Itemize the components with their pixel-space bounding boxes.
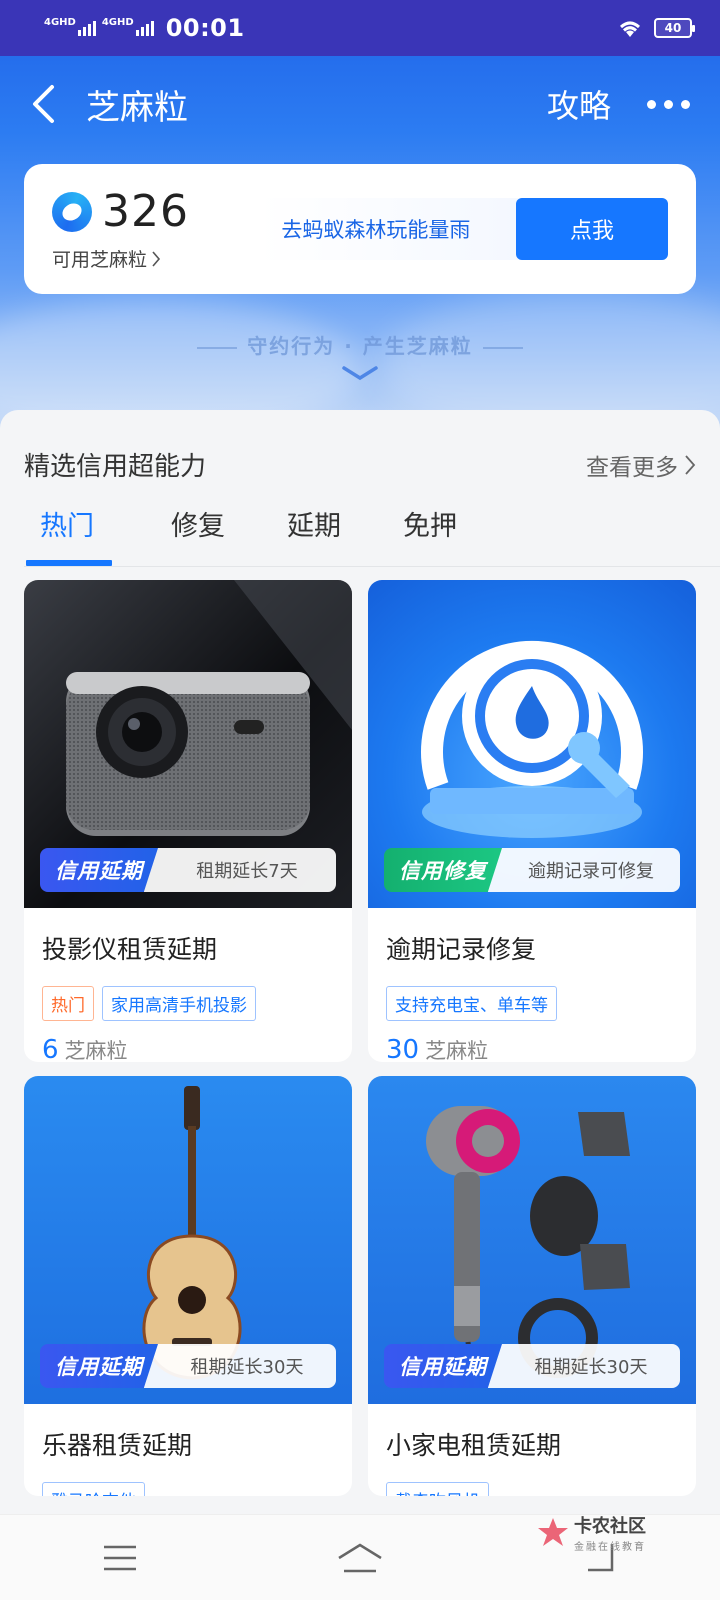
badge-text: 逾期记录可修复 bbox=[488, 848, 680, 892]
tab-hot[interactable]: 热门 bbox=[24, 500, 140, 566]
promo-text: 去蚂蚁森林玩能量雨 bbox=[281, 218, 471, 242]
tabs-divider bbox=[24, 566, 720, 567]
price: 30 芝麻粒 bbox=[386, 1035, 696, 1062]
back-icon[interactable] bbox=[30, 80, 66, 128]
guitar-image: 信用延期 租期延长30天 bbox=[24, 1076, 352, 1404]
badge-tag: 信用延期 bbox=[384, 1344, 502, 1388]
status-time: 00:01 bbox=[165, 14, 245, 42]
badge-tag: 信用延期 bbox=[40, 848, 158, 892]
promo-button[interactable]: 点我 bbox=[516, 198, 668, 260]
chevron-down-icon[interactable] bbox=[338, 362, 382, 384]
product-card-hair-dryer[interactable]: 信用延期 租期延长30天 小家电租赁延期 戴森吹风机 bbox=[368, 1076, 696, 1496]
slogan: 守约行为 · 产生芝麻粒 bbox=[0, 330, 720, 359]
main-panel: 精选信用超能力 查看更多 热门 修复 延期 免押 信用延期 租期延长7天 投影仪… bbox=[0, 410, 720, 1600]
category-tabs: 热门 修复 延期 免押 bbox=[24, 500, 488, 566]
signal-2-icon: 4GHD bbox=[102, 17, 154, 36]
badge-text: 租期延长30天 bbox=[488, 1344, 680, 1388]
section-title: 精选信用超能力 bbox=[24, 452, 207, 482]
card-badge: 信用修复 逾期记录可修复 bbox=[384, 848, 680, 892]
tab-deposit-free[interactable]: 免押 bbox=[372, 500, 488, 566]
tag-feature: 家用高清手机投影 bbox=[102, 986, 256, 1021]
card-title: 投影仪租赁延期 bbox=[42, 935, 218, 964]
tag-feature: 戴森吹风机 bbox=[386, 1482, 489, 1496]
card-badge: 信用延期 租期延长30天 bbox=[384, 1344, 680, 1388]
promo-banner: 去蚂蚁森林玩能量雨 点我 bbox=[259, 198, 668, 260]
guide-link[interactable]: 攻略 bbox=[547, 81, 611, 127]
tag-feature: 雅马哈吉他 bbox=[42, 1482, 145, 1496]
price-unit: 芝麻粒 bbox=[425, 1039, 489, 1062]
price-value: 6 bbox=[42, 1035, 59, 1062]
tab-repair[interactable]: 修复 bbox=[140, 500, 256, 566]
balance-label: 可用芝麻粒 bbox=[52, 249, 148, 271]
balance-label-link[interactable]: 可用芝麻粒 bbox=[52, 245, 233, 272]
see-more-label: 查看更多 bbox=[586, 454, 678, 481]
more-icon[interactable] bbox=[647, 99, 690, 109]
card-title: 乐器租赁延期 bbox=[42, 1431, 193, 1460]
balance-card: 326 可用芝麻粒 去蚂蚁森林玩能量雨 点我 bbox=[24, 164, 696, 294]
section-header: 精选信用超能力 查看更多 bbox=[24, 446, 696, 483]
projector-image: 信用延期 租期延长7天 bbox=[24, 580, 352, 908]
tag-feature: 支持充电宝、单车等 bbox=[386, 986, 557, 1021]
battery-level: 40 bbox=[664, 21, 682, 35]
tag-hot: 热门 bbox=[42, 986, 94, 1021]
hair-dryer-image: 信用延期 租期延长30天 bbox=[368, 1076, 696, 1404]
product-card-repair[interactable]: 信用修复 逾期记录可修复 逾期记录修复 支持充电宝、单车等 30 芝麻粒 bbox=[368, 580, 696, 1062]
status-bar: 4GHD 4GHD 00:01 40 bbox=[0, 0, 720, 56]
card-title: 逾期记录修复 bbox=[386, 935, 537, 964]
menu-icon[interactable] bbox=[80, 1528, 160, 1588]
repair-gauge-image: 信用修复 逾期记录可修复 bbox=[368, 580, 696, 908]
watermark-logo-icon bbox=[538, 1517, 568, 1546]
watermark-text: 卡农社区 bbox=[574, 1516, 646, 1537]
battery-icon: 40 bbox=[654, 18, 695, 38]
product-card-projector[interactable]: 信用延期 租期延长7天 投影仪租赁延期 热门 家用高清手机投影 6 芝麻粒 bbox=[24, 580, 352, 1062]
badge-tag: 信用修复 bbox=[384, 848, 502, 892]
home-icon[interactable] bbox=[320, 1528, 400, 1588]
signal-1-icon: 4GHD bbox=[44, 17, 96, 36]
slogan-text: 守约行为 · 产生芝麻粒 bbox=[247, 334, 473, 358]
see-more-link[interactable]: 查看更多 bbox=[586, 448, 696, 482]
chevron-right-icon bbox=[685, 454, 696, 475]
watermark: 卡农社区 金融在线教育 bbox=[536, 1512, 646, 1553]
price-unit: 芝麻粒 bbox=[64, 1039, 128, 1062]
watermark-subtext: 金融在线教育 bbox=[574, 1542, 646, 1553]
price: 6 芝麻粒 bbox=[42, 1035, 352, 1062]
card-badge: 信用延期 租期延长7天 bbox=[40, 848, 336, 892]
tab-extension[interactable]: 延期 bbox=[256, 500, 372, 566]
page-title: 芝麻粒 bbox=[86, 87, 188, 128]
card-badge: 信用延期 租期延长30天 bbox=[40, 1344, 336, 1388]
card-title: 小家电租赁延期 bbox=[386, 1431, 562, 1460]
chevron-right-icon bbox=[152, 250, 161, 267]
badge-text: 租期延长30天 bbox=[144, 1344, 336, 1388]
product-card-guitar[interactable]: 信用延期 租期延长30天 乐器租赁延期 雅马哈吉他 bbox=[24, 1076, 352, 1496]
badge-text: 租期延长7天 bbox=[144, 848, 336, 892]
wifi-icon bbox=[620, 21, 640, 37]
balance-value: 326 bbox=[102, 186, 189, 237]
badge-tag: 信用延期 bbox=[40, 1344, 158, 1388]
app-header: 芝麻粒 攻略 bbox=[0, 60, 720, 148]
price-value: 30 bbox=[386, 1035, 420, 1062]
sesame-logo-icon bbox=[52, 191, 92, 232]
